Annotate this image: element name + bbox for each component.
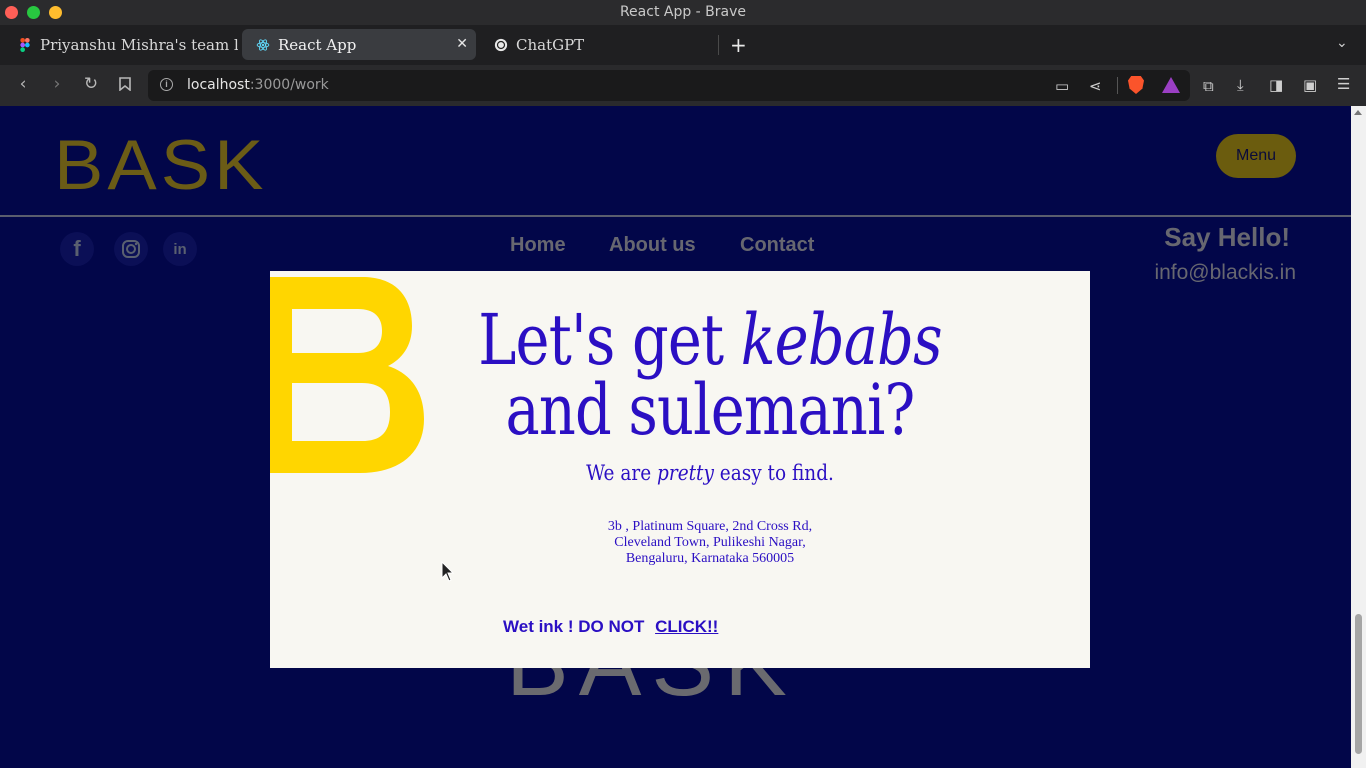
new-tab-plus-icon[interactable]: + [730,33,747,57]
extensions-icon[interactable]: ⧉ [1203,77,1214,95]
wet-ink-notice: Wet ink ! DO NOT CLICK!! [503,617,719,636]
scroll-thumb[interactable] [1355,614,1362,754]
window-titlebar: React App - Brave [0,0,1366,25]
mouse-cursor-icon [441,561,455,582]
headline-line-2: and sulemani? [505,369,915,451]
page-viewport: BASK Menu f in Home About us Contact Say… [0,106,1366,768]
cast-icon[interactable]: ▭ [1055,77,1069,95]
tab-search-chevron-icon[interactable]: ⌄ [1336,35,1348,51]
footer-link-home[interactable]: Home [510,234,566,257]
address-block: 3b , Platinum Square, 2nd Cross Rd, Clev… [510,519,910,567]
brave-shields-icon[interactable] [1128,76,1144,94]
address-bar[interactable]: i localhost:3000/work ▭ ⋖ [148,70,1190,101]
chatgpt-icon [494,38,508,52]
facebook-icon[interactable]: f [60,232,94,266]
tab-figma[interactable]: Priyanshu Mishra's team libr [4,29,238,60]
tab-label: ChatGPT [516,35,585,54]
click-link[interactable]: CLICK!! [655,617,718,636]
wallet-icon[interactable]: ▣ [1303,76,1317,94]
react-icon [256,38,270,52]
site-logo[interactable]: BASK [54,129,267,200]
download-icon[interactable]: ⤓ [1237,76,1244,94]
reload-icon[interactable]: ↻ [80,73,102,95]
instagram-icon[interactable] [114,232,148,266]
back-arrow-icon[interactable]: ‹ [12,73,34,95]
footer-link-contact[interactable]: Contact [740,234,814,257]
subheadline: We are pretty easy to find. [586,461,834,485]
contact-modal: Let's get kebabs and sulemani? We are pr… [270,271,1090,668]
tab-react-app[interactable]: React App ✕ [242,29,476,60]
url-text[interactable]: localhost:3000/work [187,77,329,93]
linkedin-icon[interactable]: in [163,232,197,266]
brand-b-graphic [270,277,424,473]
brave-rewards-icon[interactable] [1162,77,1180,93]
close-tab-icon[interactable]: ✕ [456,36,468,52]
sidebar-icon[interactable]: ◨ [1269,76,1283,94]
page-scrollbar[interactable] [1351,106,1366,768]
footer-link-about[interactable]: About us [609,234,696,257]
address-line: Cleveland Town, Pulikeshi Nagar, [614,535,806,550]
scroll-up-arrow-icon[interactable] [1354,110,1362,115]
share-icon[interactable]: ⋖ [1089,77,1102,95]
browser-toolbar: ‹ › ↻ i localhost:3000/work ▭ ⋖ ⧉ ⤓ ◨ ▣ … [0,65,1366,106]
tab-label: Priyanshu Mishra's team libr [40,35,238,54]
tab-strip: Priyanshu Mishra's team libr React App ✕… [0,25,1366,65]
site-info-icon[interactable]: i [160,78,173,91]
address-line: Bengaluru, Karnataka 560005 [625,551,795,566]
headline-line-1: Let's get kebabs [478,299,942,381]
tab-chatgpt[interactable]: ChatGPT [480,29,714,60]
bookmark-icon[interactable] [114,73,136,95]
figma-icon [18,37,32,52]
contact-email[interactable]: info@blackis.in [1154,261,1296,285]
menu-button[interactable]: Menu [1216,134,1296,178]
address-divider [1117,77,1118,94]
header-divider [0,215,1351,217]
tab-separator [718,35,719,55]
main-menu-icon[interactable]: ☰ [1337,75,1350,93]
tab-label: React App [278,35,357,54]
window-title: React App - Brave [619,4,747,20]
address-line: 3b , Platinum Square, 2nd Cross Rd, [607,519,813,534]
forward-arrow-icon[interactable]: › [46,73,68,95]
say-hello-heading: Say Hello! [1164,222,1290,252]
